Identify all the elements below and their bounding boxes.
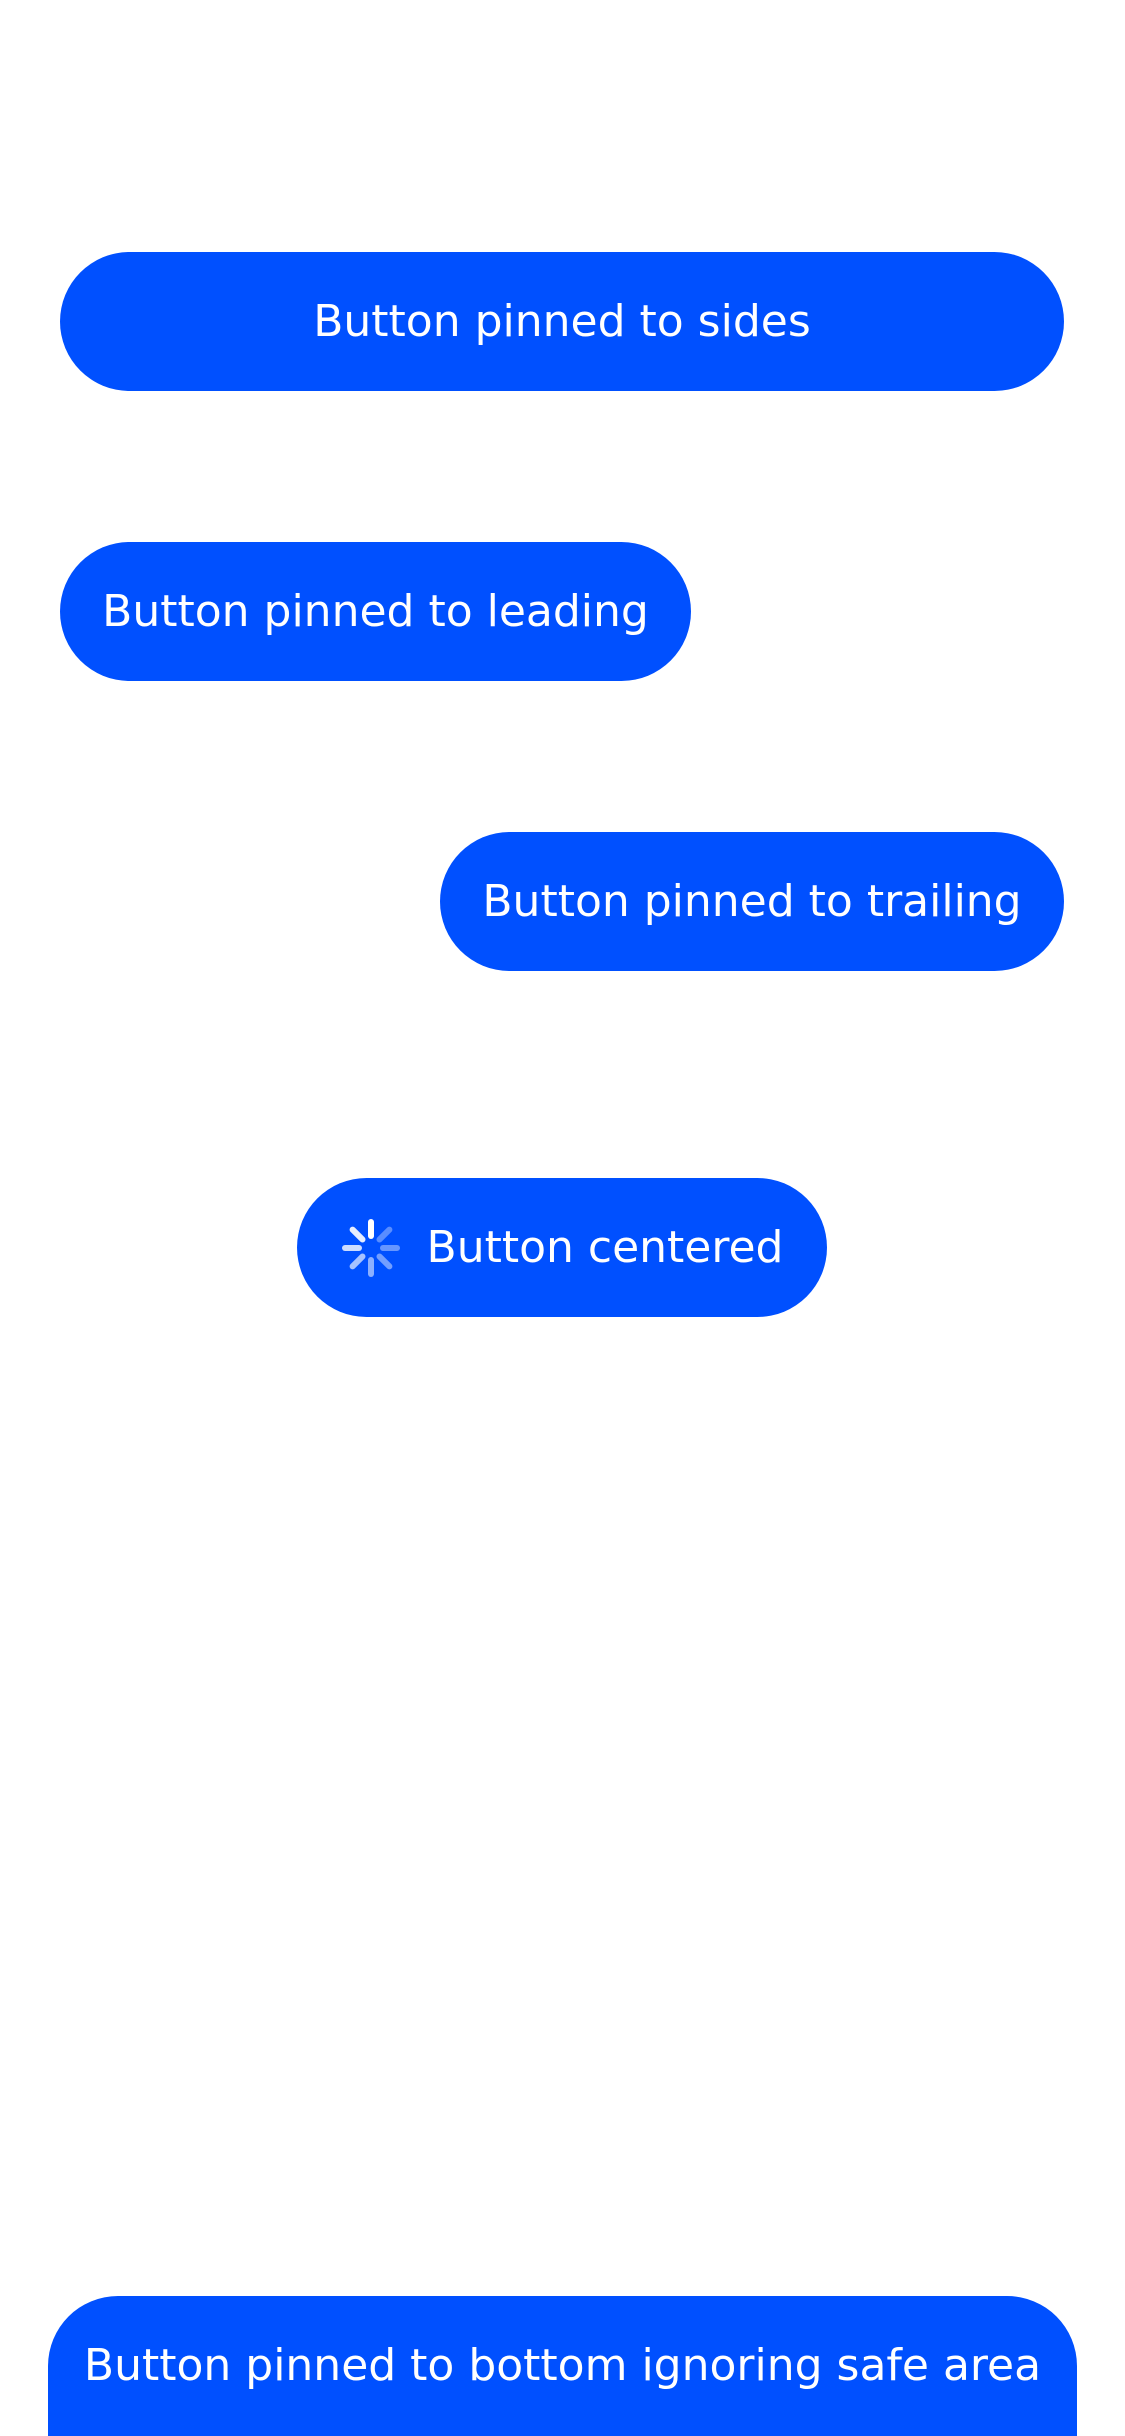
button-centered[interactable]: Button centered (297, 1178, 827, 1317)
button-label: Button pinned to bottom ignoring safe ar… (83, 2340, 1042, 2391)
button-pinned-to-sides[interactable]: Button pinned to sides (60, 252, 1064, 391)
button-pinned-to-trailing[interactable]: Button pinned to trailing (440, 832, 1064, 971)
button-label: Button pinned to trailing (482, 875, 1022, 927)
button-label: Button pinned to leading (102, 585, 649, 637)
button-label: Button pinned to sides (313, 295, 811, 347)
button-label: Button centered (426, 1221, 784, 1273)
loading-spinner-icon (341, 1218, 400, 1277)
button-pinned-to-leading[interactable]: Button pinned to leading (60, 542, 691, 681)
button-pinned-to-bottom[interactable]: Button pinned to bottom ignoring safe ar… (48, 2296, 1077, 2436)
